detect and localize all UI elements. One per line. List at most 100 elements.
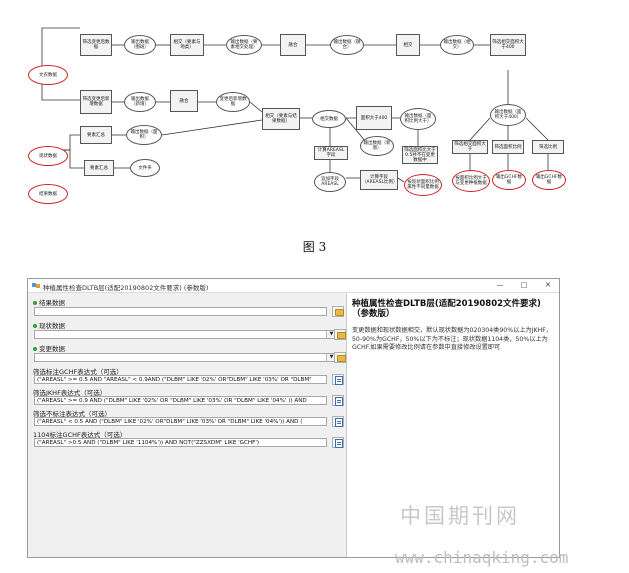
change-data-select[interactable]: ▼ — [34, 353, 337, 362]
flow-ellipse: 变更后新增数据 — [216, 92, 250, 112]
flow-ellipse: 输出数据（面积大于400） — [490, 104, 526, 126]
node-label: 现状数据 — [39, 153, 57, 159]
node-label: 追加字段AREASL — [321, 177, 339, 187]
flow-ellipse: 输出数据（新增） — [360, 136, 394, 156]
folder-icon — [337, 355, 346, 362]
node-label: 筛选变更后新增数据 — [82, 97, 110, 107]
output-red-node: 按面积比例大于与变更种植数据 — [452, 170, 490, 192]
node-label: 筛选比例 — [539, 144, 557, 150]
sql-button[interactable] — [332, 374, 344, 385]
no-mark-expression-input[interactable]: ("AREASL" < 0.5 AND ("DLBM" LIKE '02%' O… — [34, 417, 327, 426]
node-label: 相交（要素与地类） — [173, 40, 201, 50]
node-label: 输出数据（图斑） — [131, 40, 149, 50]
node-label: 筛选变更后数据 — [82, 40, 110, 50]
node-label: 输出GCHF数据 — [495, 175, 523, 185]
help-title: 种植属性检查DLTB层(适配20190802文件要求)（参数版） — [352, 299, 541, 319]
watermark-url: www.chinaqking.com — [395, 548, 569, 567]
folder-icon — [337, 332, 346, 339]
title-bar[interactable]: 种植属性检查DLTB层(适配20190802文件要求) (参数版) — □ ✕ — [28, 279, 559, 293]
browse-button[interactable] — [334, 329, 346, 340]
flow-box: 融合 — [280, 34, 306, 56]
minimize-button[interactable]: — — [490, 280, 510, 291]
node-label: 文件夹 — [138, 165, 152, 171]
node-label: 按现状面积比例属性不同量数据 — [407, 180, 439, 190]
flow-box: 筛选变更后数据 — [80, 34, 112, 56]
sql-icon — [335, 439, 343, 448]
watermark-text: 中国期刊网 — [400, 504, 520, 528]
flow-box: 要素汇总 — [80, 126, 112, 144]
required-dot-icon — [33, 324, 37, 328]
node-label: 变更后新增数据 — [219, 97, 247, 107]
node-label: 输出数据（新增） — [363, 141, 391, 151]
flow-ellipse: 输出数据（面积） — [126, 125, 162, 145]
sql-button[interactable] — [332, 416, 344, 427]
node-label: 按面积比例大于与变更种植数据 — [455, 176, 487, 186]
input-red-node-3: 结果数据 — [28, 184, 68, 204]
flow-box: 相交（要素与地类） — [170, 34, 204, 56]
output-red-node: 输出GCHF数据 — [492, 170, 526, 190]
node-label: 输出数据（相交） — [443, 40, 471, 50]
gchf-expression-input[interactable]: ("AREASL" >= 0.5 AND "AREASL" < 0.9AND (… — [34, 375, 327, 384]
flow-box: 相交 — [396, 34, 420, 56]
window-title: 种植属性检查DLTB层(适配20190802文件要求) (参数版) — [43, 284, 209, 292]
jkhf-expression-input[interactable]: ("AREASL" >= 0.9 AND ("DLBM" LIKE '02%' … — [34, 396, 327, 405]
flow-ellipse: 输出数据（融合） — [330, 35, 364, 55]
param-label-text: 结果数据 — [39, 299, 65, 307]
node-label: 面积大于400 — [360, 115, 388, 121]
sql-button[interactable] — [332, 395, 344, 406]
flow-box: 计算AREASL字段 — [314, 146, 348, 160]
flow-box: 筛选面积比大于0.5并不在变更数据中 — [402, 146, 438, 164]
model-flow-diagram: 文农数据 现状数据 结果数据 筛选变更后数据 输出数据（图斑） 相交（要素与地类… — [0, 0, 629, 230]
flow-ellipse: 追加字段AREASL — [314, 172, 346, 192]
flow-box: 面积大于400 — [356, 106, 392, 130]
node-label: 相交数据 — [320, 116, 338, 122]
node-label: 输出GCHF数据 — [535, 175, 563, 185]
current-data-select[interactable]: ▼ — [34, 330, 337, 339]
sql-button[interactable] — [332, 437, 344, 448]
node-label: 相交 — [403, 42, 413, 48]
node-label: 筛选面积比例 — [494, 144, 522, 150]
node-label: 文农数据 — [39, 72, 57, 78]
node-label: 筛选相交面积大于 — [454, 142, 486, 152]
flow-ellipse: 文件夹 — [130, 159, 160, 177]
close-button[interactable]: ✕ — [538, 280, 558, 291]
param-label-text: 变更数据 — [39, 345, 65, 353]
param-label-text: 现状数据 — [39, 322, 65, 330]
flow-box: 筛选比例 — [532, 140, 564, 154]
sql-icon — [335, 397, 343, 406]
param-label-result: 结果数据 — [33, 297, 65, 307]
param-label-current: 现状数据 — [33, 320, 65, 330]
flow-box: 筛选相交面积大于400 — [490, 34, 526, 56]
flow-ellipse: 相交数据 — [312, 110, 346, 128]
node-label: 输出数据（新增） — [131, 97, 149, 107]
flow-ellipse: 输出数据（新增） — [124, 92, 156, 112]
node-label: 结果数据 — [39, 191, 57, 197]
required-dot-icon — [33, 347, 37, 351]
result-data-input[interactable] — [34, 307, 327, 316]
node-label: 输出数据（融合） — [333, 40, 361, 50]
flow-box: 筛选相交面积大于 — [452, 140, 488, 154]
toolbox-icon — [32, 283, 40, 288]
flow-box: 计算字段（AREASL比例） — [360, 170, 398, 190]
node-label: 筛选面积比大于0.5并不在变更数据中 — [404, 147, 436, 163]
flow-box: 要素汇总 — [84, 160, 114, 176]
sql-icon — [335, 418, 343, 427]
input-red-node-1: 文农数据 — [28, 65, 68, 85]
browse-button[interactable] — [334, 352, 346, 363]
flow-ellipse: 输出数据（相交） — [440, 35, 474, 55]
node-label: 计算字段（AREASL比例） — [362, 175, 398, 185]
flow-box: 融合 — [170, 90, 198, 112]
output-red-node: 按现状面积比例属性不同量数据 — [404, 174, 442, 196]
flow-ellipse: 输出数据（要素相交处理） — [226, 35, 262, 55]
sql-icon — [335, 376, 343, 385]
node-label: 输出数据（面积比例大于） — [404, 114, 432, 124]
node-label: 筛选相交面积大于400 — [492, 40, 524, 50]
figure-caption: 图 3 — [302, 240, 327, 254]
node-label: 融合 — [288, 42, 298, 48]
node-label: 输出数据（要素相交处理） — [230, 40, 258, 50]
node-label: 计算AREASL字段 — [317, 148, 345, 158]
maximize-button[interactable]: □ — [514, 280, 534, 291]
browse-button[interactable] — [332, 306, 344, 317]
node-label: 要素汇总 — [90, 165, 108, 171]
1104-expression-input[interactable]: ("AREASL" >0.5 AND ("DLBM" LIKE '1104%')… — [34, 438, 327, 447]
